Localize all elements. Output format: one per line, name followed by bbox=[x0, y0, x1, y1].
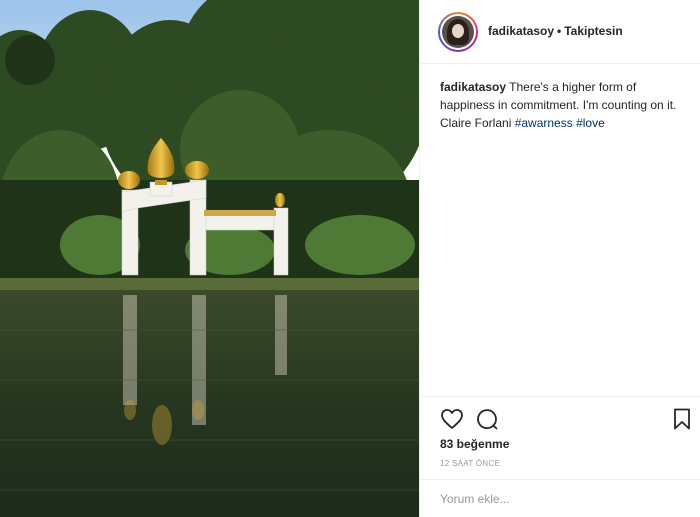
post-sidebar: fadikatasoy • Takiptesin fadikatasoy There… bbox=[419, 0, 700, 517]
bookmark-icon[interactable] bbox=[670, 407, 694, 431]
post-caption: fadikatasoy There's a higher form of hap… bbox=[440, 78, 680, 132]
post-timestamp: 12 SAAT ÖNCE bbox=[440, 459, 501, 468]
likes-count[interactable]: 83 beğenme bbox=[440, 437, 509, 451]
caption-username[interactable]: fadikatasoy bbox=[440, 80, 506, 94]
post-actions: 83 beğenme 12 SAAT ÖNCE bbox=[420, 396, 700, 516]
post-header: fadikatasoy • Takiptesin bbox=[420, 0, 700, 64]
comment-icon[interactable] bbox=[475, 407, 499, 431]
header-text: fadikatasoy • Takiptesin bbox=[488, 24, 623, 38]
instagram-post: fadikatasoy • Takiptesin fadikatasoy There… bbox=[0, 0, 700, 517]
header-username[interactable]: fadikatasoy bbox=[488, 24, 554, 38]
post-photo[interactable] bbox=[0, 0, 419, 517]
hashtag-link[interactable]: #love bbox=[576, 116, 605, 130]
follow-status-button[interactable]: Takiptesin bbox=[564, 24, 622, 38]
avatar[interactable] bbox=[438, 12, 478, 52]
heart-icon[interactable] bbox=[440, 407, 464, 431]
avatar-image bbox=[442, 16, 474, 48]
hashtag-link[interactable]: #awarness bbox=[515, 116, 573, 130]
lake-shrine-photo bbox=[0, 0, 419, 517]
header-separator: • bbox=[557, 24, 562, 38]
comment-input[interactable] bbox=[438, 488, 692, 510]
comment-area bbox=[420, 479, 700, 517]
